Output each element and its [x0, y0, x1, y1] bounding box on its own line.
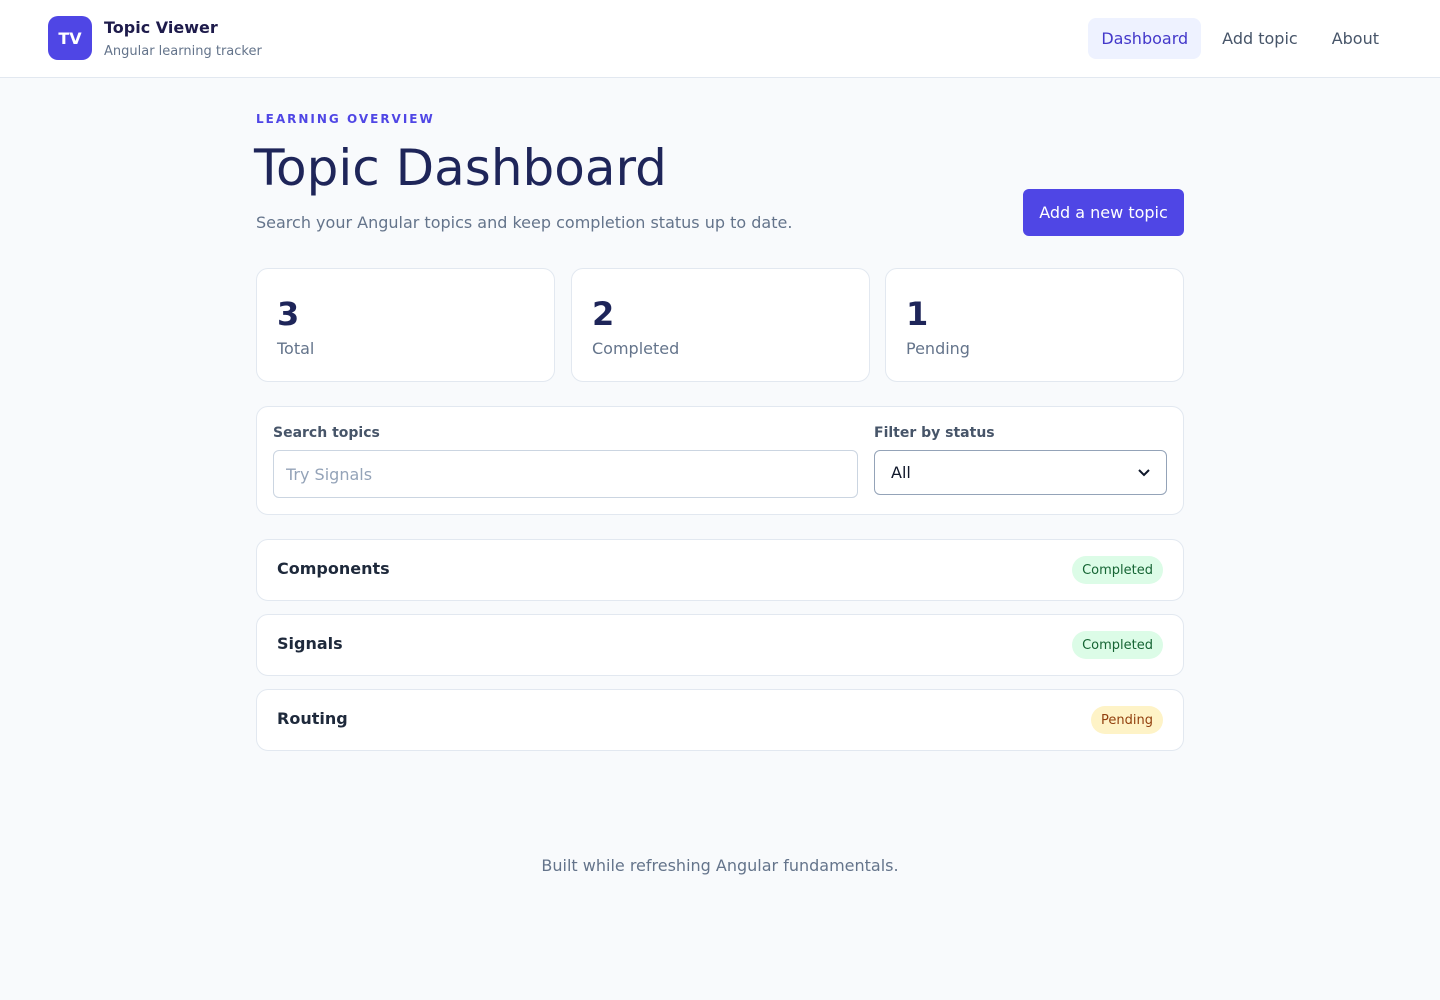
page-eyebrow: LEARNING OVERVIEW [256, 112, 435, 126]
topic-row-components[interactable]: Components Completed [256, 539, 1184, 601]
stat-card-total: 3 Total [256, 268, 555, 382]
status-badge: Completed [1072, 556, 1163, 584]
nav-link-about[interactable]: About [1319, 18, 1392, 59]
app-subtitle: Angular learning tracker [104, 44, 262, 59]
nav-link-dashboard[interactable]: Dashboard [1088, 18, 1202, 59]
stat-label: Total [277, 339, 315, 358]
status-filter-label: Filter by status [874, 425, 995, 441]
stat-label: Pending [906, 339, 970, 358]
stat-card-pending: 1 Pending [885, 268, 1184, 382]
page-description: Search your Angular topics and keep comp… [256, 213, 793, 232]
topic-row-routing[interactable]: Routing Pending [256, 689, 1184, 751]
main-nav: Dashboard Add topic About [1088, 18, 1392, 59]
top-navbar: TV Topic Viewer Angular learning tracker… [0, 0, 1440, 78]
topic-name: Components [277, 559, 390, 578]
topic-name: Signals [277, 634, 343, 653]
stat-value: 3 [277, 295, 300, 333]
status-badge: Pending [1091, 706, 1163, 734]
stat-value: 2 [592, 295, 615, 333]
search-input[interactable] [273, 450, 858, 498]
stat-label: Completed [592, 339, 680, 358]
app-logo[interactable]: TV [48, 16, 92, 60]
search-label: Search topics [273, 425, 380, 441]
topic-name: Routing [277, 709, 348, 728]
topic-row-signals[interactable]: Signals Completed [256, 614, 1184, 676]
page-title: Topic Dashboard [254, 139, 667, 197]
nav-link-add-topic[interactable]: Add topic [1209, 18, 1311, 59]
app-title: Topic Viewer [104, 18, 218, 37]
add-topic-button[interactable]: Add a new topic [1023, 189, 1184, 236]
filter-panel: Search topics Filter by status All [256, 406, 1184, 515]
page-footer: Built while refreshing Angular fundament… [541, 856, 899, 875]
status-filter-select[interactable]: All [874, 450, 1167, 495]
stat-value: 1 [906, 295, 929, 333]
status-badge: Completed [1072, 631, 1163, 659]
stat-card-completed: 2 Completed [571, 268, 870, 382]
status-filter-value: All [891, 463, 911, 482]
chevron-down-icon [1138, 466, 1150, 480]
